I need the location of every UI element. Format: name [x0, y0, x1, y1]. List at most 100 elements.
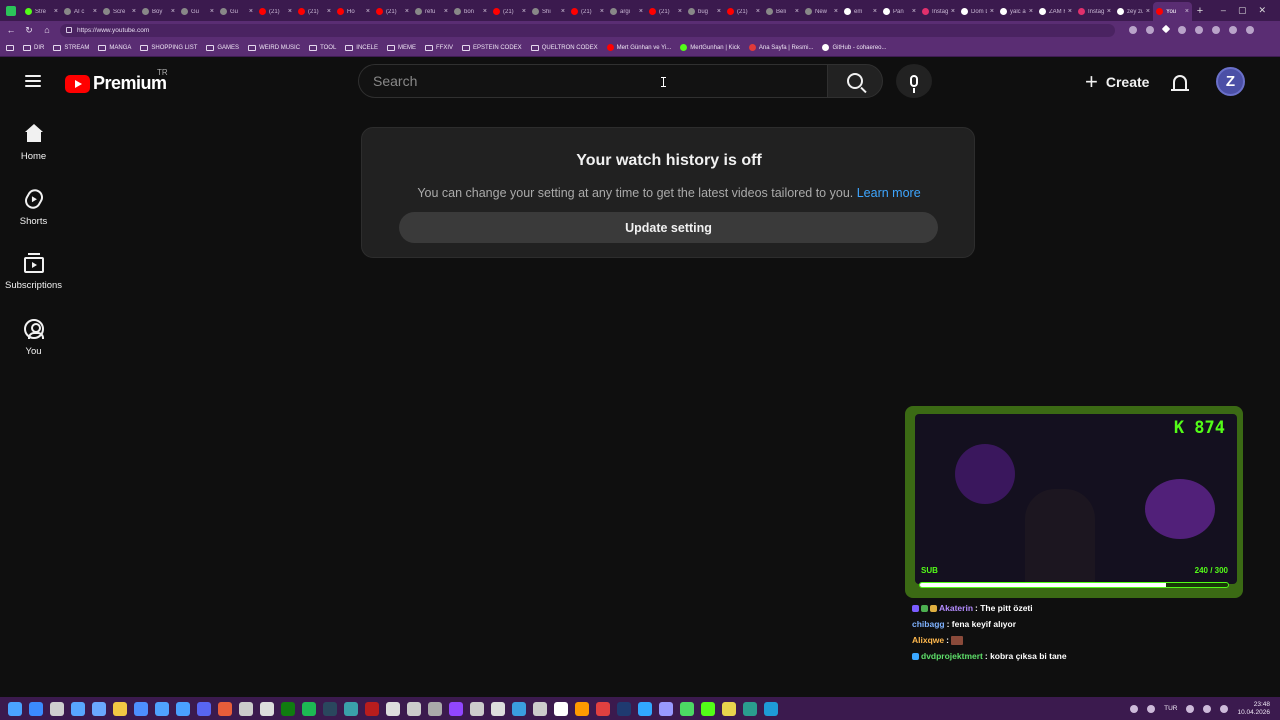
browser-tab[interactable]: Beli × — [763, 2, 802, 21]
taskbar-app-icon[interactable] — [638, 701, 652, 716]
taskbar-app-icon[interactable] — [722, 701, 736, 716]
taskbar-app-icon[interactable] — [113, 701, 127, 716]
bookmark-item[interactable]: MertGunhan | Kick — [680, 44, 740, 51]
tab-close-icon[interactable]: × — [522, 8, 526, 15]
url-field[interactable]: https://www.youtube.com — [60, 23, 1115, 37]
taskbar-app-icon[interactable] — [554, 701, 568, 716]
tab-close-icon[interactable]: × — [288, 8, 292, 15]
apps-icon[interactable] — [6, 44, 14, 51]
browser-tab[interactable]: yalc ar × — [997, 2, 1036, 21]
bookmark-item[interactable]: FFXIV — [424, 44, 453, 51]
notifications-button[interactable] — [1169, 70, 1191, 94]
tab-close-icon[interactable]: × — [1185, 8, 1189, 15]
tab-close-icon[interactable]: × — [444, 8, 448, 15]
learn-more-link[interactable]: Learn more — [857, 186, 921, 200]
bookmark-item[interactable]: SHOPPING LIST — [140, 44, 197, 51]
tab-close-icon[interactable]: × — [327, 8, 331, 15]
taskbar-app-icon[interactable] — [764, 701, 778, 716]
tab-close-icon[interactable]: × — [639, 8, 643, 15]
tab-close-icon[interactable]: × — [249, 8, 253, 15]
tab-close-icon[interactable]: × — [366, 8, 370, 15]
taskbar-app-icon[interactable] — [659, 701, 673, 716]
tab-close-icon[interactable]: × — [210, 8, 214, 15]
tab-close-icon[interactable]: × — [834, 8, 838, 15]
browser-tab[interactable]: You × — [1153, 2, 1192, 21]
sidebar-item-home[interactable]: Home — [0, 107, 67, 172]
settings-icon[interactable] — [1212, 26, 1220, 34]
bookmark-item[interactable]: INCELE — [345, 44, 378, 51]
browser-tab[interactable]: (21) × — [724, 2, 763, 21]
close-window-button[interactable]: ✕ — [1258, 5, 1266, 16]
taskbar-app-icon[interactable] — [176, 701, 190, 716]
taskbar-app-icon[interactable] — [281, 701, 295, 716]
browser-tab[interactable]: Stre × — [22, 2, 61, 21]
taskbar-app-icon[interactable] — [512, 701, 526, 716]
browser-tab[interactable]: Shi × — [529, 2, 568, 21]
downloads-icon[interactable] — [1195, 26, 1203, 34]
tab-close-icon[interactable]: × — [93, 8, 97, 15]
menu-icon[interactable] — [1246, 26, 1254, 34]
browser-tab[interactable]: em × — [841, 2, 880, 21]
bookmark-item[interactable]: GAMES — [206, 44, 239, 51]
taskbar-app-icon[interactable] — [92, 701, 106, 716]
input-language[interactable]: TUR — [1164, 705, 1177, 712]
bookmark-item[interactable]: MEME — [386, 44, 416, 51]
taskbar-app-icon[interactable] — [29, 701, 43, 716]
tab-close-icon[interactable]: × — [54, 8, 58, 15]
taskbar-app-icon[interactable] — [470, 701, 484, 716]
tab-close-icon[interactable]: × — [171, 8, 175, 15]
browser-tab[interactable]: Instagr× — [1075, 2, 1114, 21]
bookmark-item[interactable]: EPSTEIN CODEX — [462, 44, 522, 51]
browser-tab[interactable]: AI c × — [61, 2, 100, 21]
tray-chevron-icon[interactable] — [1130, 704, 1139, 713]
chat-username[interactable]: Alixqwe — [912, 635, 944, 645]
sidebar-item-shorts[interactable]: Shorts — [0, 172, 67, 237]
tab-close-icon[interactable]: × — [990, 8, 994, 15]
taskbar-app-icon[interactable] — [575, 701, 589, 716]
taskbar-app-icon[interactable] — [302, 701, 316, 716]
tab-close-icon[interactable]: × — [951, 8, 955, 15]
bookmark-item[interactable]: TOOL — [309, 44, 336, 51]
taskbar-app-icon[interactable] — [407, 701, 421, 716]
profile-icon[interactable] — [1229, 26, 1237, 34]
bookmark-item[interactable]: GitHub - cohaereo... — [822, 44, 887, 51]
taskbar-app-icon[interactable] — [260, 701, 274, 716]
sidebar-item-subscriptions[interactable]: Subscriptions — [0, 237, 67, 302]
browser-app-icon[interactable] — [0, 0, 22, 21]
bookmark-item[interactable]: QUELTRON CODEX — [530, 44, 598, 51]
taskbar-app-icon[interactable] — [596, 701, 610, 716]
browser-tab[interactable]: zey zu × — [1114, 2, 1153, 21]
extensions-puzzle-icon[interactable] — [1178, 26, 1186, 34]
taskbar-app-icon[interactable] — [218, 701, 232, 716]
tab-close-icon[interactable]: × — [1107, 8, 1111, 15]
chat-username[interactable]: dvdprojektmert — [921, 651, 983, 661]
taskbar-app-icon[interactable] — [365, 701, 379, 716]
tab-close-icon[interactable]: × — [405, 8, 409, 15]
taskbar-app-icon[interactable] — [449, 701, 463, 716]
browser-tab[interactable]: Gu × — [217, 2, 256, 21]
guide-menu-icon[interactable] — [25, 75, 41, 87]
browser-tab[interactable]: Pan × — [880, 2, 919, 21]
taskbar-app-icon[interactable] — [680, 701, 694, 716]
browser-tab[interactable]: ZAM Ho× — [1036, 2, 1075, 21]
taskbar-app-icon[interactable] — [491, 701, 505, 716]
tab-close-icon[interactable]: × — [1146, 8, 1150, 15]
new-tab-button[interactable]: + — [1192, 5, 1208, 17]
taskbar-app-icon[interactable] — [743, 701, 757, 716]
tab-close-icon[interactable]: × — [795, 8, 799, 15]
taskbar-app-icon[interactable] — [386, 701, 400, 716]
tab-close-icon[interactable]: × — [912, 8, 916, 15]
bookmark-item[interactable]: Mert Günhan ve Yi... — [606, 44, 671, 51]
bookmark-item[interactable]: STREAM — [53, 44, 89, 51]
taskbar-app-icon[interactable] — [533, 701, 547, 716]
sidebar-item-you[interactable]: You — [0, 302, 67, 367]
taskbar-app-icon[interactable] — [323, 701, 337, 716]
browser-tab[interactable]: (21) × — [295, 2, 334, 21]
browser-tab[interactable]: Boy × — [139, 2, 178, 21]
taskbar-app-icon[interactable] — [134, 701, 148, 716]
tab-close-icon[interactable]: × — [132, 8, 136, 15]
create-button[interactable]: + Create — [1075, 65, 1159, 99]
voice-search-button[interactable] — [896, 64, 932, 98]
browser-tab[interactable]: Instagr× — [919, 2, 958, 21]
browser-tab[interactable]: argi × — [607, 2, 646, 21]
